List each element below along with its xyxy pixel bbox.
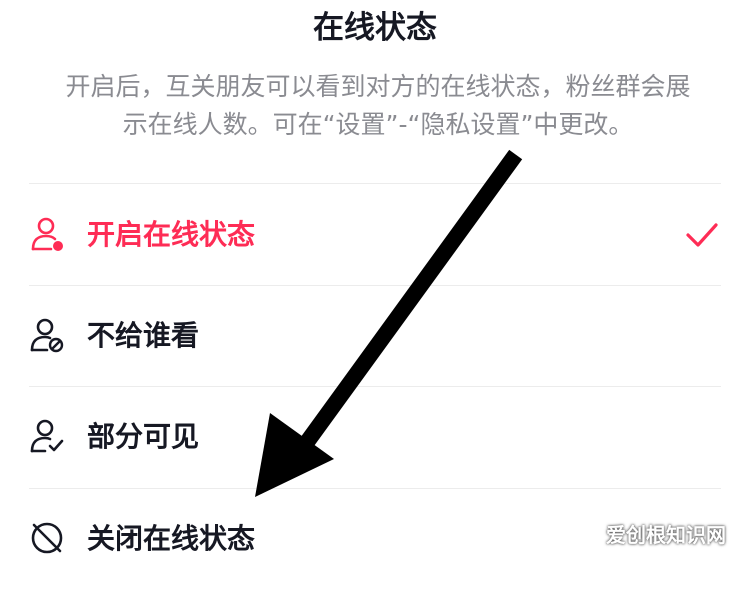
description-line-2: 示在线人数。可在“设置”-“隐私设置”中更改。	[122, 110, 634, 139]
checkmark-icon	[686, 223, 718, 247]
description-line-1: 开启后，互关朋友可以看到对方的在线状态，粉丝群会展	[65, 72, 691, 101]
divider	[29, 488, 721, 489]
user-block-icon	[30, 318, 64, 353]
option-partially-visible[interactable]: 部分可见	[29, 388, 721, 488]
user-check-icon	[30, 419, 64, 453]
page-description: 开启后，互关朋友可以看到对方的在线状态，粉丝群会展 示在线人数。可在“设置”-“…	[48, 68, 708, 144]
option-label: 不给谁看	[87, 319, 200, 352]
option-hide-from[interactable]: 不给谁看	[29, 287, 721, 387]
divider	[29, 183, 721, 184]
page-title: 在线状态	[313, 10, 437, 46]
watermark: 爱创根知识网	[606, 523, 726, 547]
option-online-on[interactable]: 开启在线状态	[29, 186, 721, 286]
divider	[29, 285, 721, 286]
option-label: 关闭在线状态	[87, 522, 256, 555]
divider	[29, 386, 721, 387]
offline-icon	[31, 522, 63, 554]
user-online-icon	[31, 217, 63, 251]
option-label: 部分可见	[87, 420, 200, 453]
option-label: 开启在线状态	[87, 218, 256, 251]
